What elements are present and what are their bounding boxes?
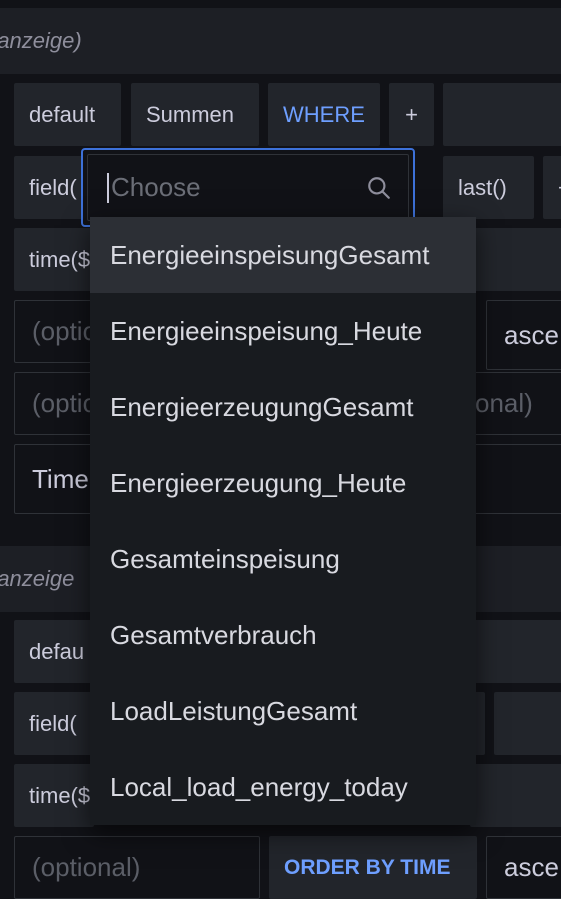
field-options-menu: EnergieeinspeisungGesamt Energieeinspeis…: [90, 217, 476, 825]
group-by-filler: [470, 228, 561, 291]
query-b-order-by-time-keyword: ORDER BY TIME: [269, 836, 477, 899]
query-b-order-direction-select[interactable]: asce: [486, 836, 561, 899]
limit-input[interactable]: (optio: [14, 372, 94, 435]
query-b-from-default-segment[interactable]: defau: [14, 620, 94, 683]
group-by-time-segment[interactable]: time($: [14, 228, 94, 291]
field-option[interactable]: Energieeinspeisung_Heute: [90, 293, 476, 369]
query-b-from-filler: [470, 620, 561, 683]
field-option[interactable]: Gesamtverbrauch: [90, 597, 476, 673]
query-b-timezone-input[interactable]: (optional): [14, 836, 260, 899]
order-direction-select[interactable]: asce: [486, 300, 561, 370]
field-option[interactable]: EnergieeinspeisungGesamt: [90, 217, 476, 293]
search-icon[interactable]: [366, 175, 392, 201]
field-option[interactable]: Local_load_energy_today: [90, 749, 476, 825]
from-default-segment[interactable]: default: [14, 83, 121, 146]
format-as-select[interactable]: Time: [14, 444, 94, 514]
select-fn-last-segment[interactable]: last(): [443, 156, 534, 219]
where-filler: [443, 83, 561, 146]
field-option[interactable]: LoadLeistungGesamt: [90, 673, 476, 749]
field-option[interactable]: EnergieerzeugungGesamt: [90, 369, 476, 445]
timezone-input[interactable]: (optio: [14, 300, 94, 363]
field-search-input[interactable]: [111, 172, 341, 203]
query-b-group-filler: [470, 764, 561, 827]
field-search-inner[interactable]: [87, 154, 409, 221]
query-b-alias-text: ranzeige: [0, 566, 75, 591]
text-caret: [107, 172, 109, 203]
query-b-group-by-time-segment[interactable]: time($: [14, 764, 94, 827]
query-b-select-add-segment[interactable]: [494, 692, 561, 755]
query-a-alias-text: ranzeige): [0, 28, 82, 53]
where-add-button[interactable]: +: [389, 83, 434, 146]
where-keyword[interactable]: WHERE: [268, 83, 380, 146]
select-add-button[interactable]: +: [543, 156, 561, 219]
field-search-box[interactable]: [81, 148, 415, 227]
from-measurement-segment[interactable]: Summen: [131, 83, 259, 146]
query-b-select-field-segment[interactable]: field(: [14, 692, 94, 755]
field-option[interactable]: Energieerzeugung_Heute: [90, 445, 476, 521]
query-a-alias-row[interactable]: ranzeige): [0, 8, 561, 74]
field-option[interactable]: Gesamteinspeisung: [90, 521, 476, 597]
